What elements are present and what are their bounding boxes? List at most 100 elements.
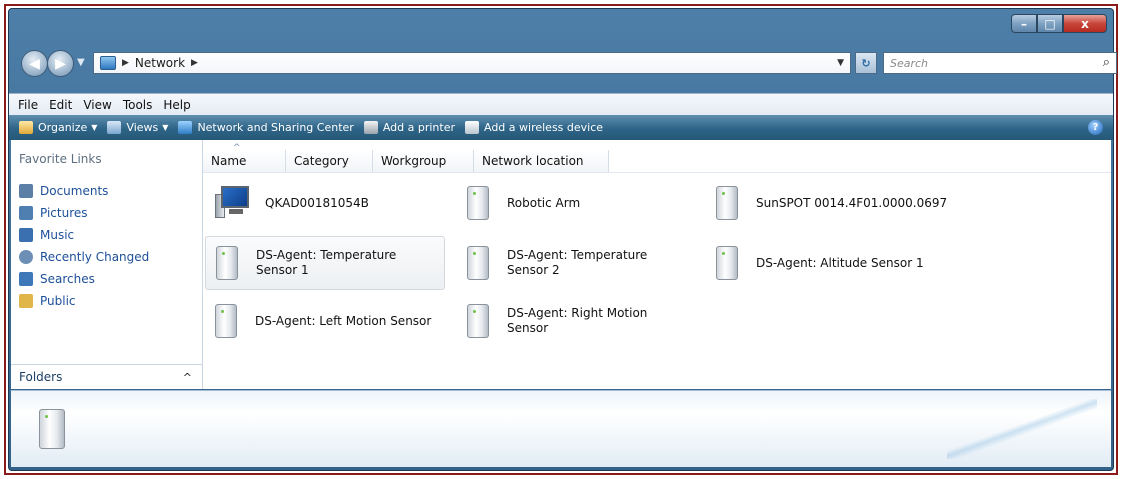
add-wireless-label: Add a wireless device (483, 121, 604, 134)
device-icon (39, 409, 65, 449)
sidebar-item-public[interactable]: Public (19, 290, 149, 312)
refresh-button[interactable]: ↻ (855, 52, 877, 74)
column-header-category[interactable]: Category (286, 150, 373, 172)
device-icon (216, 246, 238, 280)
network-item-temperature-sensor-1[interactable]: DS-Agent: Temperature Sensor 1 (205, 236, 445, 290)
sidebar-item-music[interactable]: Music (19, 224, 149, 246)
device-icon (467, 304, 489, 338)
navigation-bar: ◀ ▶ ▼ ▶ Network ▶ ▼ ↻ Search ⌕ (21, 49, 1117, 79)
wireless-device-icon (464, 121, 479, 134)
public-folder-icon (19, 294, 33, 308)
column-header-network-location[interactable]: Network location (474, 150, 609, 172)
breadcrumb-separator-icon[interactable]: ▶ (122, 58, 129, 68)
item-label: Robotic Arm (507, 195, 581, 210)
forward-arrow-icon[interactable]: ▶ (47, 50, 74, 77)
breadcrumb-network[interactable]: Network (135, 56, 185, 70)
breadcrumb-separator-icon[interactable]: ▶ (191, 58, 198, 68)
search-placeholder: Search (890, 56, 929, 70)
device-icon (215, 304, 237, 338)
menu-tools[interactable]: Tools (123, 98, 153, 112)
back-arrow-icon[interactable]: ◀ (21, 50, 48, 77)
menu-bar: File Edit View Tools Help (9, 93, 1113, 116)
views-button[interactable]: Views ▼ (107, 121, 168, 134)
network-item-left-motion-sensor[interactable]: DS-Agent: Left Motion Sensor (205, 296, 450, 346)
music-icon (19, 228, 33, 242)
sidebar-item-documents[interactable]: Documents (19, 180, 149, 202)
menu-view[interactable]: View (83, 98, 111, 112)
menu-edit[interactable]: Edit (49, 98, 72, 112)
network-item-altitude-sensor-1[interactable]: DS-Agent: Altitude Sensor 1 (706, 236, 1006, 290)
item-label: DS-Agent: Temperature Sensor 1 (256, 248, 396, 278)
caption-buttons: – □ x (1011, 14, 1107, 33)
item-label: SunSPOT 0014.4F01.0000.0697 (756, 195, 948, 210)
close-button[interactable]: x (1063, 14, 1107, 33)
item-label-line1: DS-Agent: Right Motion (507, 306, 648, 320)
sidebar-item-searches[interactable]: Searches (19, 268, 149, 290)
network-icon (100, 56, 116, 70)
file-list: Name Category Workgroup Network location… (203, 140, 1111, 389)
views-label: Views (126, 121, 159, 134)
help-icon[interactable]: ? (1088, 120, 1103, 135)
folders-toggle[interactable]: Folders ^ (11, 364, 202, 389)
command-toolbar: Organize ▼ Views ▼ Network and Sharing C… (9, 115, 1113, 140)
item-label-line2: Sensor 1 (256, 263, 309, 277)
network-item-right-motion-sensor[interactable]: DS-Agent: Right Motion Sensor (457, 296, 697, 346)
recent-pages-dropdown-icon[interactable]: ▼ (77, 57, 85, 68)
item-label: DS-Agent: Temperature Sensor 2 (507, 248, 647, 278)
organize-icon (19, 121, 33, 134)
search-icon[interactable]: ⌕ (1103, 55, 1110, 70)
explorer-window: – □ x ◀ ▶ ▼ ▶ Network ▶ ▼ ↻ Search ⌕ Fil… (8, 8, 1117, 471)
address-dropdown-icon[interactable]: ▼ (837, 58, 844, 68)
sidebar-item-label: Documents (40, 184, 109, 198)
network-item-robotic-arm[interactable]: Robotic Arm (457, 178, 697, 228)
add-printer-label: Add a printer (382, 121, 455, 134)
sidebar-item-label: Music (40, 228, 75, 242)
chevron-down-icon: ▼ (162, 123, 169, 132)
device-icon (716, 186, 738, 220)
menu-help[interactable]: Help (163, 98, 190, 112)
views-icon (107, 121, 122, 134)
network-sharing-icon (178, 121, 193, 134)
add-printer-button[interactable]: Add a printer (363, 121, 455, 134)
network-sharing-center-button[interactable]: Network and Sharing Center (178, 121, 354, 134)
search-input[interactable]: Search ⌕ (883, 52, 1117, 74)
minimize-button[interactable]: – (1011, 14, 1037, 33)
network-item-sunspot[interactable]: SunSPOT 0014.4F01.0000.0697 (706, 178, 1006, 228)
item-label-line1: DS-Agent: Temperature (256, 248, 397, 262)
network-sharing-label: Network and Sharing Center (197, 121, 354, 134)
documents-icon (19, 184, 33, 198)
item-label-line2: Sensor 2 (507, 263, 560, 277)
column-header-workgroup[interactable]: Workgroup (373, 150, 474, 172)
sidebar-item-label: Pictures (40, 206, 88, 220)
organize-label: Organize (38, 121, 88, 134)
chevron-up-icon: ^ (182, 370, 192, 384)
column-headers: Name Category Workgroup Network location (203, 143, 609, 172)
network-item-temperature-sensor-2[interactable]: DS-Agent: Temperature Sensor 2 (457, 236, 697, 290)
menu-file[interactable]: File (18, 98, 38, 112)
details-pane (11, 390, 1111, 467)
favorite-links-list: Documents Pictures Music Recently Change… (19, 180, 149, 312)
sidebar-item-recently-changed[interactable]: Recently Changed (19, 246, 149, 268)
printer-icon (363, 121, 378, 134)
address-bar[interactable]: ▶ Network ▶ ▼ (93, 52, 851, 74)
item-label: QKAD00181054B (265, 195, 369, 210)
sidebar-item-pictures[interactable]: Pictures (19, 202, 149, 224)
item-label-line1: DS-Agent: Temperature (507, 248, 648, 262)
computer-icon (215, 186, 253, 220)
item-label-line2: Sensor (507, 321, 549, 335)
organize-button[interactable]: Organize ▼ (19, 121, 97, 134)
device-icon (467, 246, 489, 280)
network-item-qkad00181054b[interactable]: QKAD00181054B (205, 178, 445, 228)
item-label: DS-Agent: Altitude Sensor 1 (756, 255, 924, 270)
device-icon (467, 186, 489, 220)
item-label: DS-Agent: Left Motion Sensor (255, 313, 432, 328)
decorative-swoosh (947, 399, 1097, 459)
maximize-button[interactable]: □ (1037, 14, 1063, 33)
add-wireless-device-button[interactable]: Add a wireless device (464, 121, 604, 134)
device-icon (716, 246, 738, 280)
searches-icon (19, 272, 33, 286)
sidebar-item-label: Searches (40, 272, 95, 286)
column-header-name[interactable]: Name (203, 143, 286, 172)
item-label: DS-Agent: Right Motion Sensor (507, 306, 647, 336)
navigation-pane: Favorite Links Documents Pictures Music … (11, 140, 203, 389)
